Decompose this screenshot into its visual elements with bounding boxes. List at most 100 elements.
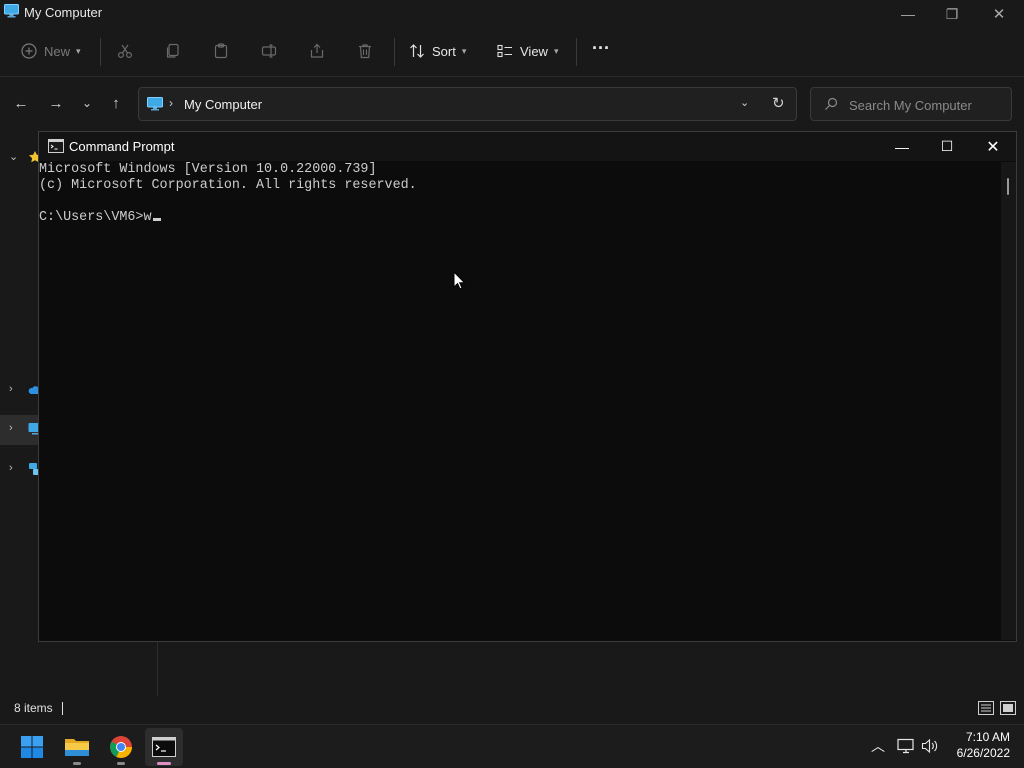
cmd-minimize-button[interactable]: — — [879, 132, 925, 161]
taskbar-command-prompt[interactable] — [145, 728, 183, 766]
command-prompt-window: Command Prompt — ☐ ✕ Microsoft Windows [… — [38, 131, 1017, 642]
sidebar-item-quick-access[interactable]: ⌄ — [0, 143, 41, 173]
paste-icon — [214, 43, 228, 59]
sidebar-item-this-pc[interactable]: › — [0, 415, 42, 445]
sort-icon — [410, 44, 424, 58]
recent-locations-button[interactable]: ⌄ — [76, 92, 98, 114]
chevron-down-icon[interactable]: ⌄ — [9, 150, 18, 163]
sort-button[interactable]: Sort ▾ — [408, 38, 466, 64]
network-status-icon[interactable] — [895, 735, 917, 757]
taskbar: ︿ 7:10 AM 6/26/2022 — [0, 724, 1024, 768]
chevron-right-icon[interactable]: › — [9, 462, 13, 474]
search-box[interactable] — [810, 87, 1012, 121]
share-icon — [310, 43, 324, 58]
cmd-titlebar[interactable]: Command Prompt — ☐ ✕ — [39, 132, 1016, 161]
rename-button[interactable] — [260, 38, 278, 64]
console-line: Microsoft Windows [Version 10.0.22000.73… — [39, 162, 377, 177]
cmd-title: Command Prompt — [69, 139, 175, 154]
chrome-icon — [110, 736, 132, 758]
window-title: My Computer — [24, 5, 103, 20]
console-output[interactable]: Microsoft Windows [Version 10.0.22000.73… — [39, 162, 1001, 640]
explorer-restore-button[interactable]: ❐ — [929, 0, 975, 28]
view-button[interactable]: View ▾ — [496, 38, 558, 64]
tiles-view-button[interactable] — [999, 699, 1017, 717]
plus-circle-icon — [21, 43, 37, 59]
details-view-icon — [978, 701, 994, 715]
tiles-view-icon — [1000, 701, 1016, 715]
command-bar: New ▾ Sort ▾ View ▾ ··· — [0, 30, 1024, 72]
new-button[interactable]: New ▾ — [20, 38, 81, 64]
computer-icon — [147, 97, 163, 111]
cut-icon — [117, 44, 133, 59]
explorer-minimize-button[interactable]: — — [885, 0, 931, 28]
volume-icon[interactable] — [919, 735, 941, 757]
cmd-scrollbar[interactable] — [1001, 162, 1016, 640]
start-button[interactable] — [13, 728, 51, 766]
system-clock[interactable]: 7:10 AM 6/26/2022 — [940, 729, 1010, 761]
address-dropdown-icon[interactable]: ⌄ — [740, 96, 749, 109]
chevron-down-icon: ▾ — [76, 45, 81, 56]
address-bar[interactable]: › My Computer ⌄ ↻ — [138, 87, 797, 121]
status-bar: 8 items — [0, 696, 1024, 722]
breadcrumb-my-computer[interactable]: My Computer — [184, 97, 262, 112]
sort-label: Sort — [432, 43, 456, 59]
start-icon — [21, 736, 43, 758]
show-hidden-icons-button[interactable]: ︿ — [867, 735, 889, 757]
sidebar-splitter[interactable] — [157, 640, 158, 696]
copy-button[interactable] — [164, 38, 182, 64]
view-list-icon — [497, 44, 512, 58]
file-explorer-icon — [65, 739, 89, 756]
command-prompt-icon — [48, 139, 64, 153]
cmd-maximize-button[interactable]: ☐ — [924, 132, 970, 161]
sidebar-item-network[interactable]: › — [0, 455, 41, 485]
clock-time: 7:10 AM — [965, 730, 1010, 744]
refresh-icon[interactable]: ↻ — [772, 94, 785, 112]
view-label: View — [520, 43, 548, 59]
text-cursor — [152, 218, 161, 221]
up-button[interactable]: ↑ — [105, 92, 127, 114]
taskbar-chrome[interactable] — [102, 728, 140, 766]
forward-button[interactable]: → — [45, 92, 67, 114]
toolbar-divider — [394, 38, 395, 66]
mouse-pointer-icon — [453, 271, 465, 290]
search-input[interactable] — [849, 95, 1007, 115]
status-divider — [62, 702, 63, 715]
toolbar-divider — [100, 38, 101, 66]
cmd-close-button[interactable]: ✕ — [970, 132, 1016, 161]
chevron-down-icon: ▾ — [461, 45, 467, 56]
command-prompt-icon — [152, 737, 176, 757]
more-options-button[interactable]: ··· — [592, 35, 610, 61]
item-count: 8 items — [14, 701, 53, 715]
console-prompt-line[interactable]: C:\Users\VM6>w — [39, 210, 161, 226]
cut-button[interactable] — [116, 38, 134, 64]
breadcrumb-chevron-icon: › — [169, 96, 173, 110]
details-view-button[interactable] — [977, 699, 995, 717]
delete-button[interactable] — [356, 38, 374, 64]
explorer-close-button[interactable]: ✕ — [976, 0, 1022, 28]
active-indicator — [157, 762, 171, 765]
console-line: (c) Microsoft Corporation. All rights re… — [39, 178, 417, 193]
chevron-right-icon[interactable]: › — [9, 422, 13, 434]
copy-icon — [166, 43, 179, 58]
rename-icon — [261, 44, 277, 58]
new-label: New — [44, 43, 71, 59]
navigation-bar: ← → ⌄ ↑ › My Computer ⌄ ↻ — [0, 84, 1024, 122]
network-monitor-icon — [897, 738, 914, 754]
share-button[interactable] — [308, 38, 326, 64]
clock-date: 6/26/2022 — [956, 746, 1010, 760]
search-icon — [825, 97, 838, 110]
chevron-right-icon[interactable]: › — [9, 383, 13, 395]
toolbar-separator-line — [0, 76, 1024, 77]
taskbar-file-explorer[interactable] — [58, 728, 96, 766]
delete-icon — [359, 44, 371, 59]
paste-button[interactable] — [212, 38, 230, 64]
running-indicator — [117, 762, 125, 765]
running-indicator — [73, 762, 81, 765]
explorer-titlebar[interactable]: My Computer — ❐ ✕ — [0, 0, 1024, 28]
sidebar-item-onedrive[interactable]: › — [0, 376, 42, 406]
toolbar-divider — [576, 38, 577, 66]
chevron-down-icon: ▾ — [553, 45, 559, 56]
back-button[interactable]: ← — [10, 92, 32, 114]
scrollbar-thumb[interactable] — [1007, 178, 1009, 195]
computer-icon — [4, 4, 19, 18]
